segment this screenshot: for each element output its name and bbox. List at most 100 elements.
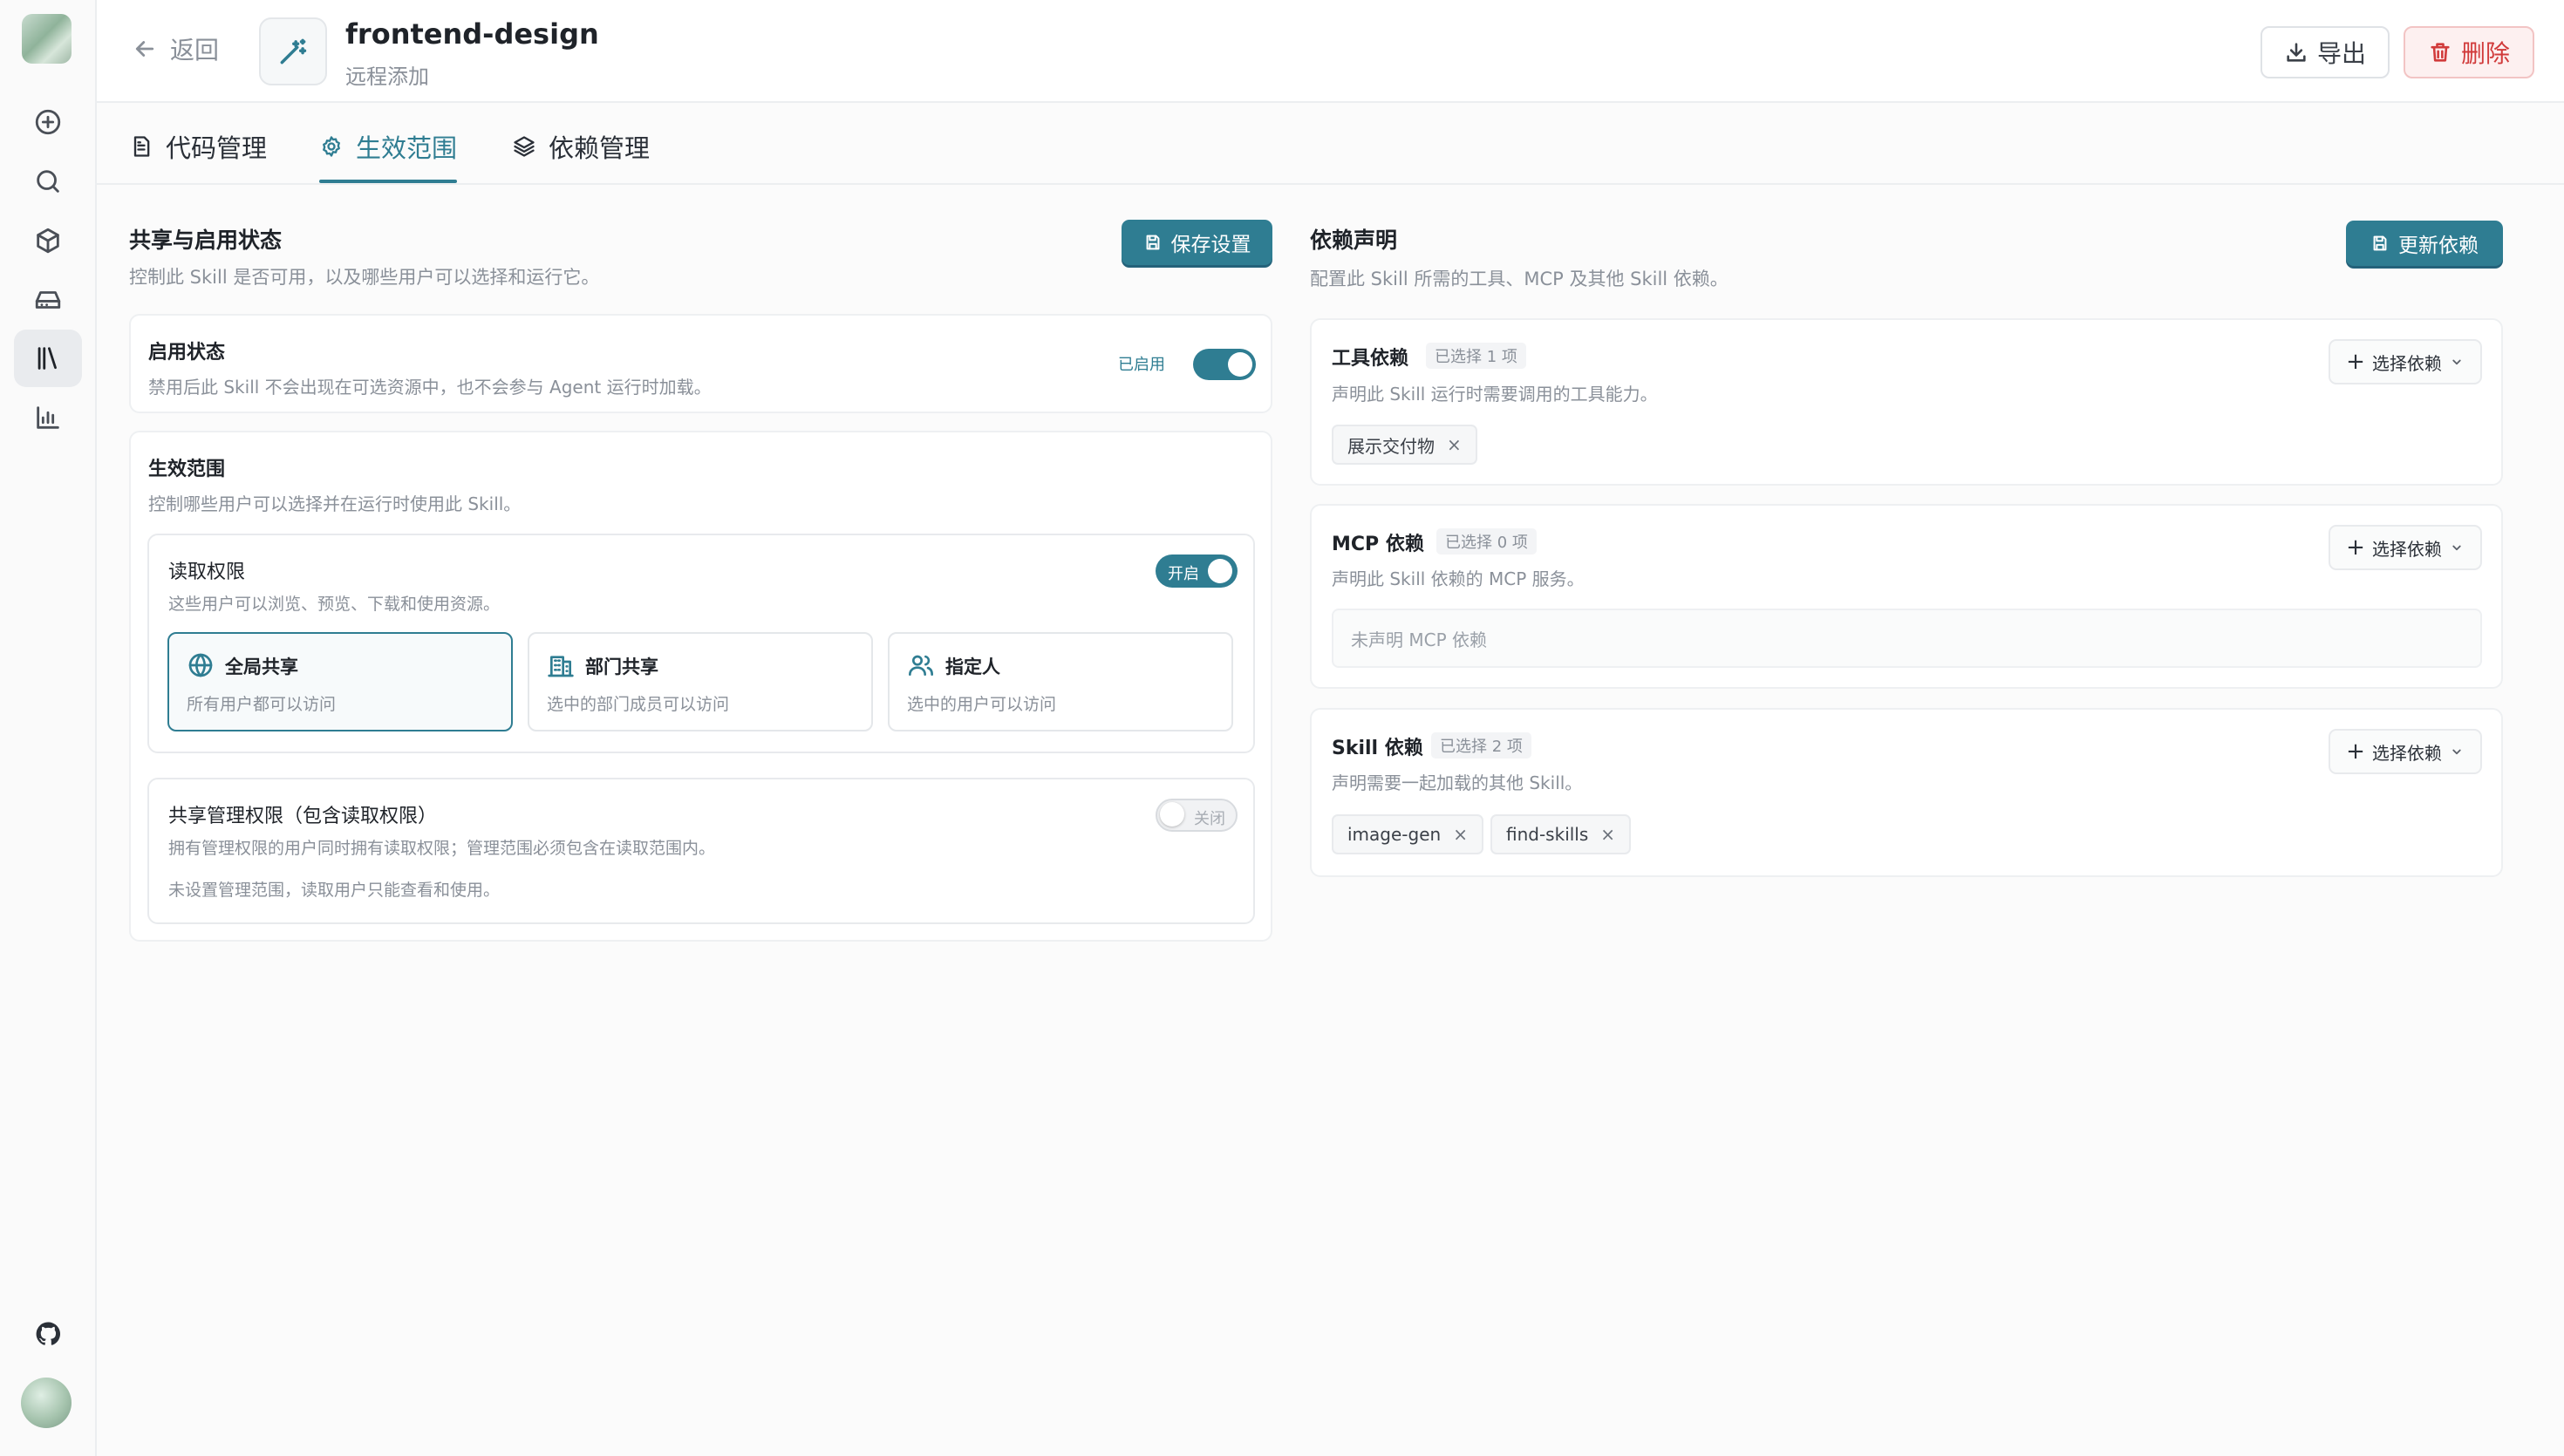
select-deps-label: 选择依赖	[2371, 742, 2442, 764]
manage-permission-note: 未设置管理范围，读取用户只能查看和使用。	[168, 881, 501, 900]
enable-status-text: 已启用	[1118, 356, 1165, 374]
cube-icon	[37, 228, 59, 254]
skill-deps-count: 已选择 2 项	[1431, 732, 1531, 759]
tag-label: find-skills	[1506, 824, 1589, 845]
users-icon	[909, 655, 933, 676]
back-label: 返回	[170, 36, 220, 65]
export-button[interactable]: 导出	[2261, 26, 2390, 78]
remove-tag-icon[interactable]: ×	[1600, 824, 1615, 845]
deps-section-title: 依赖声明	[1310, 228, 1398, 253]
app-logo[interactable]	[22, 14, 72, 64]
mcp-empty-state: 未声明 MCP 依赖	[1332, 609, 2482, 668]
scope-title: 生效范围	[148, 459, 226, 480]
update-deps-button[interactable]: 更新依赖	[2346, 221, 2503, 266]
page-title: frontend-design	[345, 17, 599, 51]
mcp-deps-title: MCP 依赖	[1332, 534, 1424, 555]
tab-label: 代码管理	[166, 133, 268, 163]
storage-button[interactable]	[14, 271, 82, 329]
dependency-tag: image-gen ×	[1332, 814, 1483, 854]
delete-button[interactable]: 删除	[2404, 26, 2534, 78]
save-icon	[1146, 235, 1159, 250]
file-text-icon	[133, 136, 150, 157]
option-desc: 选中的用户可以访问	[907, 695, 1057, 714]
tab-bar: 代码管理 生效范围 依赖管理	[97, 105, 2564, 185]
trash-icon	[2431, 43, 2450, 62]
dependency-tag: 展示交付物 ×	[1332, 425, 1477, 465]
option-label: 部门共享	[585, 657, 658, 677]
manage-permission-desc: 拥有管理权限的用户同时拥有读取权限；管理范围必须包含在读取范围内。	[168, 839, 716, 858]
analytics-button[interactable]	[14, 389, 82, 446]
plus-circle-icon	[35, 109, 61, 135]
plus-icon: +	[2346, 349, 2365, 375]
enable-status-title: 启用状态	[148, 342, 226, 364]
tool-select-deps-button[interactable]: + 选择依赖	[2329, 339, 2482, 384]
option-desc: 所有用户都可以访问	[187, 695, 337, 714]
avatar[interactable]	[21, 1378, 72, 1428]
remove-tag-icon[interactable]: ×	[1447, 434, 1462, 455]
save-settings-label: 保存设置	[1170, 234, 1251, 256]
github-button[interactable]	[14, 1305, 82, 1363]
plus-icon: +	[2346, 534, 2365, 561]
tab-dependencies[interactable]: 依赖管理	[512, 127, 650, 166]
read-permission-desc: 这些用户可以浏览、预览、下载和使用资源。	[168, 595, 501, 614]
update-deps-label: 更新依赖	[2398, 235, 2479, 257]
github-icon	[36, 1322, 60, 1345]
manage-toggle-text: 关闭	[1194, 810, 1225, 828]
option-department-share[interactable]: 部门共享 选中的部门成员可以访问	[528, 632, 873, 731]
tool-deps-count: 已选择 1 项	[1426, 343, 1526, 369]
save-settings-button[interactable]: 保存设置	[1122, 220, 1272, 265]
manage-permission-toggle[interactable]: 关闭	[1156, 799, 1238, 832]
option-specific-users[interactable]: 指定人 选中的用户可以访问	[888, 632, 1233, 731]
sidebar	[0, 0, 97, 1456]
tab-label: 依赖管理	[549, 133, 651, 163]
gear-icon	[323, 136, 340, 157]
option-label: 全局共享	[225, 657, 298, 677]
enable-status-desc: 禁用后此 Skill 不会出现在可选资源中，也不会参与 Agent 运行时加载。	[148, 377, 712, 398]
read-permission-title: 读取权限	[168, 561, 246, 583]
mcp-deps-count: 已选择 0 项	[1436, 528, 1537, 555]
toggle-knob	[1160, 802, 1184, 827]
scope-desc: 控制哪些用户可以选择并在运行时使用此 Skill。	[148, 493, 522, 514]
tool-deps-desc: 声明此 Skill 运行时需要调用的工具能力。	[1332, 384, 1658, 405]
tab-scope[interactable]: 生效范围	[319, 127, 457, 166]
manage-permission-title: 共享管理权限（包含读取权限）	[168, 806, 438, 827]
tool-deps-title: 工具依赖	[1332, 348, 1409, 370]
tab-code[interactable]: 代码管理	[129, 127, 267, 166]
magic-wand-icon	[280, 38, 307, 65]
bar-chart-icon	[37, 406, 59, 429]
globe-icon	[188, 653, 213, 677]
search-icon	[37, 170, 59, 193]
library-icon	[38, 347, 57, 370]
dependency-tag: find-skills ×	[1490, 814, 1632, 854]
back-button[interactable]: 返回	[132, 31, 219, 66]
drive-icon	[35, 291, 61, 309]
mcp-deps-desc: 声明此 Skill 依赖的 MCP 服务。	[1332, 568, 1585, 589]
read-permission-toggle[interactable]: 开启	[1156, 555, 1238, 588]
skill-deps-title: Skill 依赖	[1332, 738, 1423, 759]
skill-deps-desc: 声明需要一起加载的其他 Skill。	[1332, 772, 1583, 793]
enable-toggle[interactable]	[1193, 349, 1256, 380]
tab-label: 生效范围	[356, 133, 458, 163]
search-button[interactable]	[14, 153, 82, 210]
chevron-down-icon	[2452, 749, 2461, 755]
enable-status-card: 启用状态 禁用后此 Skill 不会出现在可选资源中，也不会参与 Agent 运…	[129, 314, 1272, 413]
sharing-section-title: 共享与启用状态	[129, 228, 283, 253]
toggle-knob	[1228, 352, 1252, 377]
plus-icon: +	[2346, 738, 2365, 765]
remove-tag-icon[interactable]: ×	[1453, 824, 1468, 845]
select-deps-label: 选择依赖	[2371, 538, 2442, 560]
export-label: 导出	[2316, 39, 2366, 68]
library-button[interactable]	[14, 330, 82, 387]
select-deps-label: 选择依赖	[2371, 352, 2442, 374]
deps-section-desc: 配置此 Skill 所需的工具、MCP 及其他 Skill 依赖。	[1310, 269, 1729, 289]
option-global-share[interactable]: 全局共享 所有用户都可以访问	[167, 632, 513, 731]
delete-label: 删除	[2460, 39, 2510, 68]
building-icon	[548, 656, 574, 677]
package-button[interactable]	[14, 212, 82, 269]
save-icon	[2373, 235, 2387, 251]
new-chat-button[interactable]	[14, 93, 82, 151]
mcp-select-deps-button[interactable]: + 选择依赖	[2329, 525, 2482, 570]
skill-select-deps-button[interactable]: + 选择依赖	[2329, 729, 2482, 774]
chevron-down-icon	[2452, 545, 2461, 551]
toggle-knob	[1208, 559, 1232, 583]
